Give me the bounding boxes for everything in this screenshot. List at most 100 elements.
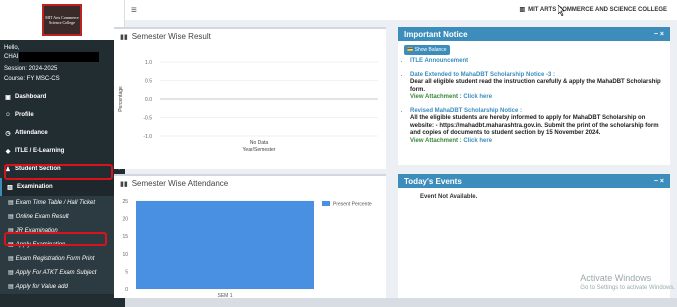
notice-item: Date Extended to MahaDBT Scholarship Not… (410, 72, 664, 102)
session-label: Session: 2024-2025 (4, 66, 58, 72)
bank-icon: ▥ (519, 7, 526, 13)
sidebar-item-label: Examination (17, 184, 53, 190)
y-tick-label: 25 (122, 199, 128, 205)
subitem-label: Exam Registration Form Print (15, 256, 95, 262)
y-tick-label: 0.0 (145, 97, 152, 103)
attendance-bar (136, 201, 314, 289)
watermark-line1: Activate Windows (580, 273, 652, 283)
notice-heading[interactable]: ITLE Announcement (410, 58, 664, 66)
sidebar-subitem-exam-registration[interactable]: ▤ Exam Registration Form Print (0, 252, 125, 266)
sidebar-item-dashboard[interactable]: ▣ Dashboard (0, 88, 125, 106)
sidebar-nav: ▣ Dashboard ☺ Profile ◷ Attendance ˅ ◆ I… (0, 88, 125, 294)
windows-activation-watermark: Activate Windows Go to Settings to activ… (580, 273, 675, 293)
examination-highlight (4, 164, 113, 180)
result-panel-title: Semester Wise Result (131, 32, 211, 41)
attachment-link[interactable]: Click here (463, 94, 492, 100)
college-logo[interactable]: MIT Arts Commerce Science College (42, 4, 82, 36)
user-icon: ☺ (4, 112, 12, 118)
graduation-icon: ◆ (5, 148, 11, 155)
watermark-line2: Go to Settings to activate Windows. (580, 285, 675, 291)
college-name-header[interactable]: ▥ MIT ARTS COMMERCE AND SCIENCE COLLEGE (519, 6, 667, 13)
redacted-name (19, 52, 100, 62)
list-icon: ▤ (8, 200, 14, 206)
no-data-label: No Data (250, 140, 269, 146)
semester-result-panel: ▮▮ Semester Wise Result 1.0 0.5 0.0 -0.5 -1.… (114, 27, 386, 169)
result-chart: 1.0 0.5 0.0 -0.5 -1.0 Percentage No DataYear/S… (118, 60, 378, 153)
attach-label: View Attachment : (410, 137, 464, 144)
show-balance-label: Show Balance (414, 47, 447, 53)
panel-title: ▮▮ Semester Wise Attendance (114, 176, 386, 191)
semester-attendance-panel: ▮▮ Semester Wise Attendance 25 20 15 10 5 0 SE… (114, 174, 386, 299)
sidebar-item-examination[interactable]: ▥ Examination ˅ (0, 178, 125, 196)
subitem-label: Apply for Value add (15, 284, 68, 290)
legend-label: Present Percente (333, 202, 372, 208)
top-navbar: ≡ ▥ MIT ARTS COMMERCE AND SCIENCE COLLEGE (125, 0, 677, 20)
y-tick-label: -0.5 (143, 116, 152, 122)
attach-label: View Attachment : (410, 94, 464, 100)
list-icon: ▤ (8, 284, 14, 290)
y-tick-label: 5 (125, 269, 128, 275)
list-icon: ▤ (8, 270, 14, 276)
list-icon: ▤ (8, 214, 14, 220)
notice-heading[interactable]: Revised MahaDBT Scholarship Notice : (410, 108, 664, 116)
y-tick-label: -1.0 (143, 134, 152, 140)
sidebar-subitem-online-result[interactable]: ▤ Online Exam Result (0, 210, 125, 224)
events-empty-text: Event Not Available. (420, 194, 478, 200)
notice-item: Revised MahaDBT Scholarship Notice : All… (410, 108, 664, 146)
y-tick-label: 0 (125, 287, 128, 293)
sidebar-subitem-exam-timetable[interactable]: ▤ Exam Time Table / Hall Ticket (0, 196, 125, 210)
panel-controls[interactable]: − × (654, 178, 664, 185)
attendance-chart: 2520151050SEM 1Present Percente (122, 199, 372, 299)
attendance-panel-title: Semester Wise Attendance (131, 179, 229, 188)
notice-item: ITLE Announcement (410, 58, 664, 66)
user-info: Hello, CHAI (0, 40, 125, 64)
y-tick-label: 1.0 (145, 60, 152, 66)
notice-heading[interactable]: Date Extended to MahaDBT Scholarship Not… (410, 72, 664, 80)
events-title: Today's Events (404, 176, 462, 186)
logo-text: MIT Arts Commerce Science College (45, 15, 79, 25)
notice-title: Important Notice (404, 29, 468, 39)
x-axis-label: Year/Semester (243, 147, 276, 153)
bar-chart-icon: ▮▮ (120, 180, 128, 188)
college-name: MIT ARTS COMMERCE AND SCIENCE COLLEGE (528, 7, 667, 13)
list-icon: ▤ (8, 256, 14, 262)
sidebar-subitem-atkt[interactable]: ▤ Apply For ATKT Exam Subject (0, 266, 125, 280)
course-label: Course: FY MSC-CS (4, 76, 60, 82)
events-header: Today's Events − × (398, 174, 670, 188)
sidebar-item-profile[interactable]: ☺ Profile (0, 106, 125, 124)
y-tick-label: 20 (122, 217, 128, 223)
mouse-cursor-icon (558, 5, 565, 16)
sidebar-item-itle[interactable]: ◆ ITLE / E-Learning ˅ (0, 142, 125, 160)
subitem-label: Online Exam Result (15, 214, 69, 220)
hamburger-menu-icon[interactable]: ≡ (131, 5, 137, 16)
sidebar-subitem-value-add[interactable]: ▤ Apply for Value add (0, 280, 125, 294)
clock-icon: ◷ (5, 130, 11, 137)
sidebar-item-label: Attendance (15, 130, 48, 136)
y-tick-label: 0.5 (145, 79, 152, 85)
notice-header: Important Notice − × (398, 27, 670, 41)
dashboard-icon: ▣ (5, 94, 11, 101)
bottom-scroll-strip (125, 298, 677, 307)
notice-list: ITLE Announcement Date Extended to MahaD… (398, 55, 670, 145)
show-balance-button[interactable]: 💳 Show Balance (404, 45, 450, 55)
sidebar-item-attendance[interactable]: ◷ Attendance ˅ (0, 124, 125, 142)
subitem-label: Exam Time Table / Hall Ticket (15, 200, 96, 206)
notice-attachment: View Attachment : Click here (410, 94, 664, 102)
notice-attachment: View Attachment : Click here (410, 138, 664, 146)
panel-controls[interactable]: − × (654, 31, 664, 38)
sidebar: MIT Arts Commerce Science College Hello,… (0, 0, 125, 307)
bar-chart-icon: ▮▮ (120, 33, 128, 41)
panel-title: ▮▮ Semester Wise Result (114, 29, 386, 44)
hello-label: Hello, (4, 45, 20, 51)
user-name: CHAI (4, 54, 19, 60)
notice-body: All the eligible students are hereby inf… (410, 115, 659, 136)
apply-exam-highlight (4, 232, 107, 246)
y-tick-label: 10 (122, 252, 128, 258)
y-axis-label: Percentage (118, 86, 124, 112)
legend-swatch (322, 201, 330, 206)
attachment-link[interactable]: Click here (463, 138, 492, 144)
y-tick-label: 15 (122, 234, 128, 240)
important-notice-panel: Important Notice − × 💳 Show Balance ITLE… (398, 27, 670, 165)
sidebar-item-label: Dashboard (15, 94, 47, 100)
college-logo-area: MIT Arts Commerce Science College (0, 0, 125, 40)
